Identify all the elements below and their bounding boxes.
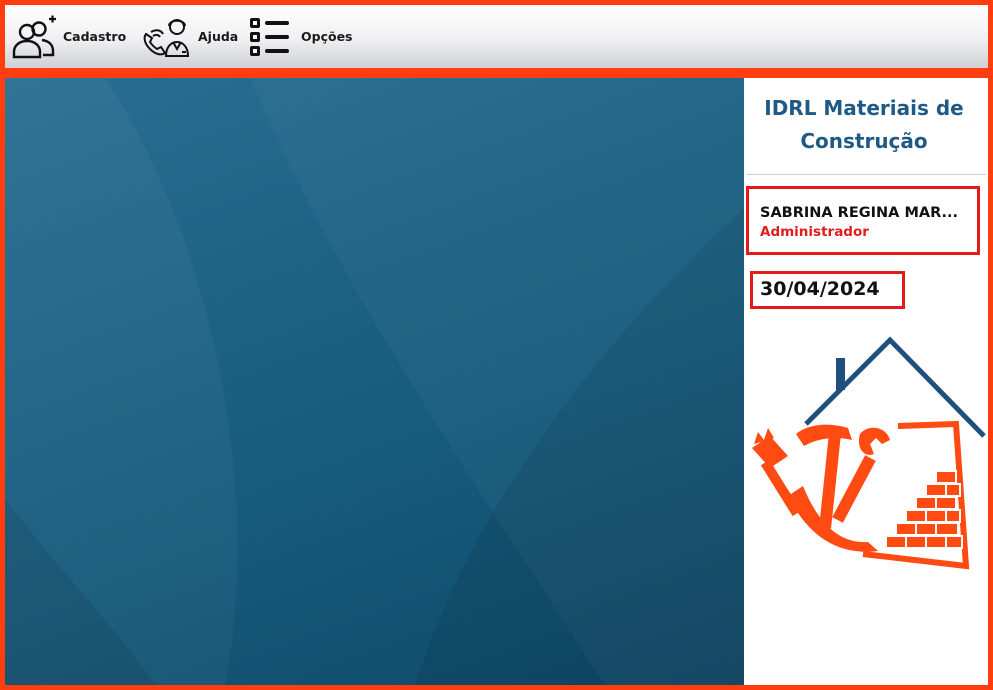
user-add-icon [9,12,59,62]
cadastro-label: Cadastro [63,29,127,44]
opcoes-button[interactable]: Opções [247,5,353,68]
current-date: 30/04/2024 [750,271,905,309]
toolbar-divider [5,68,988,78]
opcoes-label: Opções [301,29,353,44]
company-name: IDRL Materiais de Construção [764,96,964,153]
sidebar-divider [746,174,986,175]
sidebar: IDRL Materiais de Construção SABRINA REG… [744,78,988,685]
main-workspace [5,78,744,685]
user-name: SABRINA REGINA MAR... [760,205,959,221]
support-agent-icon [140,12,194,62]
construction-house-logo [748,336,986,575]
ajuda-button[interactable]: Ajuda [140,5,238,68]
ajuda-label: Ajuda [198,29,239,44]
user-info-box: SABRINA REGINA MAR... Administrador [746,186,980,255]
user-role: Administrador [760,224,869,240]
toolbar: Cadastro Ajuda Opções [5,5,988,68]
cadastro-button[interactable]: Cadastro [9,5,126,68]
list-options-icon [247,12,297,62]
